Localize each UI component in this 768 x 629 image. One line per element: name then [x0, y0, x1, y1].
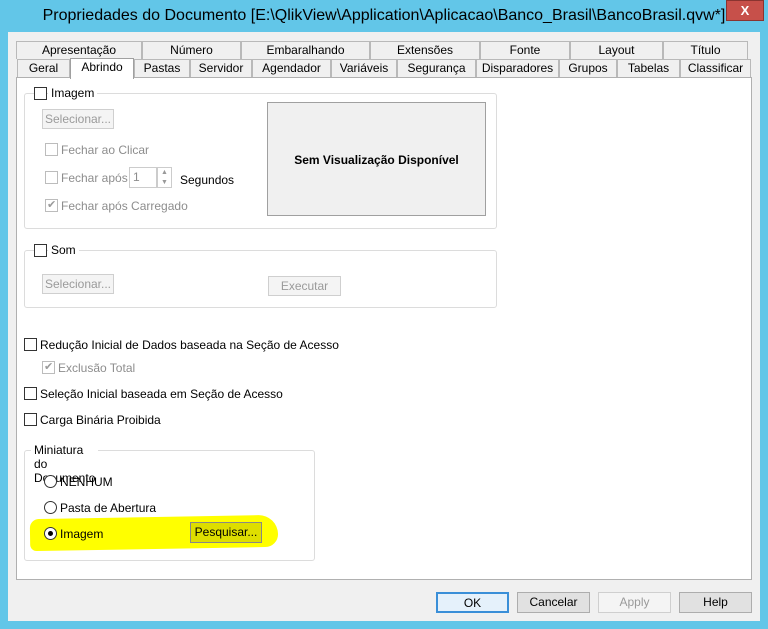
radio-imagem-label: Imagem [60, 527, 104, 541]
radio-imagem[interactable] [44, 527, 57, 540]
sound-select-button[interactable]: Selecionar... [42, 274, 114, 294]
radio-nenhum-label: NENHUM [60, 475, 113, 489]
tab-layout[interactable]: Layout [570, 41, 663, 59]
binary-load-label: Carga Binária Proibida [40, 413, 161, 427]
image-group-label: Imagem [48, 86, 98, 100]
seconds-label: Segundos [180, 173, 235, 187]
execute-button[interactable]: Executar [268, 276, 341, 296]
cancel-button[interactable]: Cancelar [517, 592, 590, 613]
tab-agendador[interactable]: Agendador [252, 59, 331, 77]
initial-selection-checkbox[interactable] [24, 387, 37, 400]
sound-checkbox[interactable] [34, 244, 47, 257]
tab-extensoes[interactable]: Extensões [370, 41, 480, 59]
binary-load-checkbox[interactable] [24, 413, 37, 426]
search-button[interactable]: Pesquisar... [190, 522, 262, 543]
tab-apresentacao[interactable]: Apresentação [16, 41, 142, 59]
apply-button[interactable]: Apply [598, 592, 671, 613]
tab-tabelas[interactable]: Tabelas [617, 59, 680, 77]
tab-embaralhando[interactable]: Embaralhando [241, 41, 370, 59]
tab-fonte[interactable]: Fonte [480, 41, 570, 59]
ok-button[interactable]: OK [436, 592, 509, 613]
sound-group-label: Som [48, 243, 79, 257]
up-arrow-icon[interactable]: ▲ [161, 169, 168, 176]
tab-titulo[interactable]: Título [663, 41, 748, 59]
total-exclusion-label: Exclusão Total [58, 361, 136, 375]
image-checkbox[interactable] [34, 87, 47, 100]
reduction-checkbox[interactable] [24, 338, 37, 351]
close-after-loaded-label: Fechar após Carregado [61, 199, 188, 213]
image-select-button[interactable]: Selecionar... [42, 109, 114, 129]
seconds-spinner[interactable]: ▲ ▼ [157, 167, 172, 188]
radio-pasta-abertura[interactable] [44, 501, 57, 514]
close-after-loaded-checkbox[interactable] [45, 198, 58, 212]
tab-disparadores[interactable]: Disparadores [476, 59, 559, 77]
image-preview: Sem Visualização Disponível [267, 102, 486, 216]
close-on-click-checkbox[interactable] [45, 143, 58, 156]
window-title: Propriedades do Documento [E:\QlikView\A… [42, 7, 726, 24]
radio-nenhum[interactable] [44, 475, 57, 488]
reduction-label: Redução Inicial de Dados baseada na Seçã… [40, 338, 339, 352]
tab-variaveis[interactable]: Variáveis [331, 59, 397, 77]
tab-abrindo[interactable]: Abrindo [70, 58, 134, 79]
down-arrow-icon[interactable]: ▼ [161, 179, 168, 186]
close-button[interactable]: X [726, 0, 764, 21]
tab-servidor[interactable]: Servidor [190, 59, 252, 77]
help-button[interactable]: Help [679, 592, 752, 613]
initial-selection-label: Seleção Inicial baseada em Seção de Aces… [40, 387, 283, 401]
close-after-checkbox[interactable] [45, 171, 58, 184]
tab-classificar[interactable]: Classificar [680, 59, 751, 77]
tab-pastas[interactable]: Pastas [134, 59, 190, 77]
tab-geral[interactable]: Geral [17, 59, 70, 77]
tab-numero[interactable]: Número [142, 41, 241, 59]
close-after-label: Fechar após [61, 171, 128, 185]
close-on-click-label: Fechar ao Clicar [61, 143, 150, 157]
total-exclusion-checkbox[interactable] [42, 360, 55, 374]
tab-grupos[interactable]: Grupos [559, 59, 617, 77]
radio-pasta-abertura-label: Pasta de Abertura [60, 501, 157, 515]
seconds-input[interactable]: 1 [129, 167, 157, 188]
tab-seguranca[interactable]: Segurança [397, 59, 476, 77]
